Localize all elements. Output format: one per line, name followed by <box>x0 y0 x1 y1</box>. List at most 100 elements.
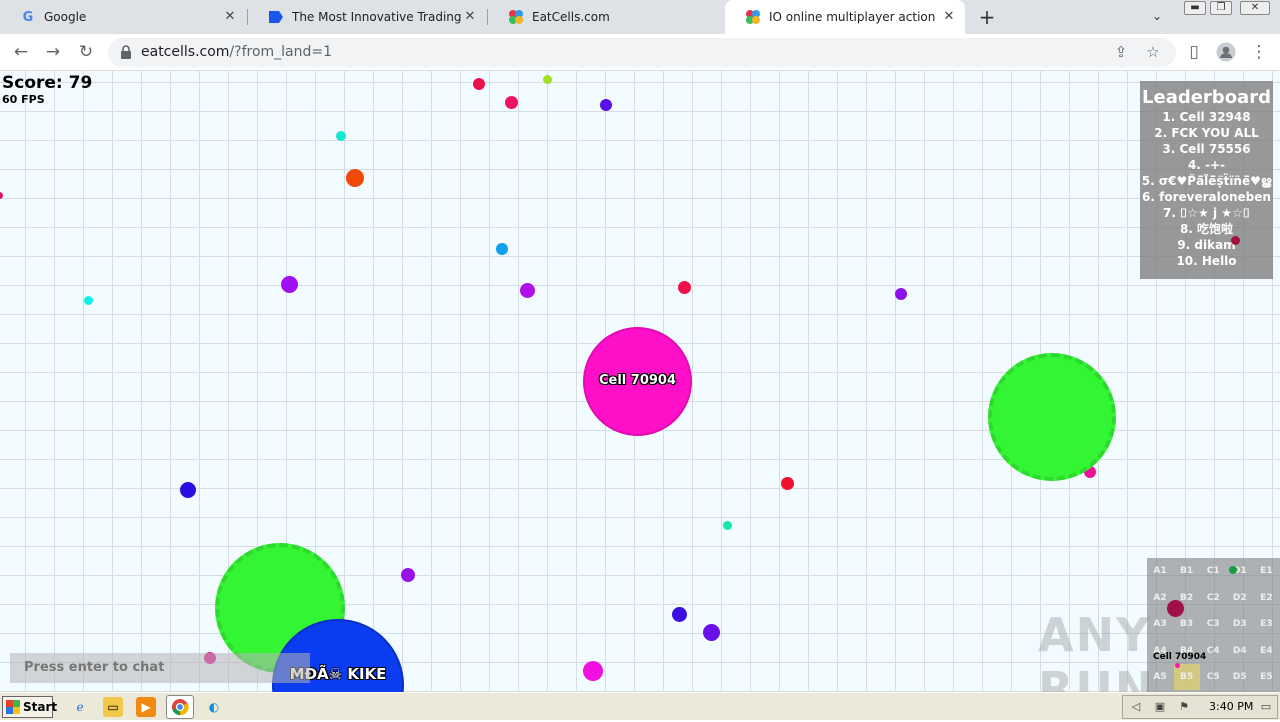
tab-title: EatCells.com <box>532 10 610 24</box>
action-center-flag-icon[interactable]: ⚑ <box>1177 700 1191 714</box>
food-pellet <box>336 131 346 141</box>
share-icon[interactable]: ⇪ <box>1112 43 1130 61</box>
food-pellet <box>678 281 691 294</box>
food-pellet <box>496 243 508 255</box>
eatcells-icon <box>508 9 524 25</box>
reload-icon[interactable]: ↻ <box>75 41 97 63</box>
media-player-icon[interactable]: ▶ <box>136 697 156 717</box>
food-pellet <box>180 482 196 498</box>
leaderboard-entry: 8. 吃饱啦 <box>1179 222 1234 236</box>
forward-icon[interactable]: → <box>42 41 64 63</box>
network-icon[interactable]: ▣ <box>1153 700 1167 714</box>
internet-explorer-icon[interactable]: ℯ <box>70 697 90 717</box>
start-label: Start <box>23 700 58 714</box>
player-cell-name: Cell 70904 <box>598 373 677 388</box>
system-tray: ◁ ▣ ⚑ 3:40 PM ▭ <box>1122 695 1278 719</box>
minimap-sector: A1 <box>1153 566 1167 576</box>
food-pellet <box>672 607 687 622</box>
food-pellet <box>895 288 907 300</box>
window-close-icon[interactable]: ✕ <box>1240 1 1270 15</box>
food-pellet <box>600 99 612 111</box>
leaderboard-entry: 3. Cell 75556 <box>1162 142 1251 156</box>
edge-icon[interactable]: ◐ <box>204 697 224 717</box>
minimap-sector: D2 <box>1232 592 1247 603</box>
food-pellet <box>781 477 794 490</box>
side-panel-icon[interactable]: ▯ <box>1183 41 1205 63</box>
minimap-sector: D5 <box>1232 672 1247 683</box>
close-icon[interactable]: ✕ <box>462 9 478 25</box>
tab-trading-platform[interactable]: The Most Innovative Trading Platform ✕ <box>248 0 486 34</box>
browser-toolbar: ← → ↻ eatcells.com/?from_land=1 ⇪ ☆ ▯ ⋮ <box>0 34 1280 71</box>
profile-avatar-icon[interactable] <box>1215 41 1237 63</box>
food-pellet <box>0 192 3 199</box>
volume-icon[interactable]: ◁ <box>1129 700 1143 714</box>
minimap-sector: D3 <box>1232 619 1247 630</box>
minimap-sector: E5 <box>1260 672 1273 683</box>
food-pellet <box>520 283 535 298</box>
food-pellet <box>473 78 485 90</box>
other-cell <box>988 353 1116 481</box>
food-pellet <box>84 296 93 305</box>
url-domain: eatcells.com <box>141 44 230 60</box>
menu-kebab-icon[interactable]: ⋮ <box>1248 41 1270 63</box>
leaderboard-title: Leaderboard <box>1142 87 1271 108</box>
minimap-sector: A5 <box>1153 672 1167 683</box>
leaderboard-entry: 4. -+- <box>1187 158 1226 172</box>
food-pellet <box>703 624 720 641</box>
minimap-sector: B1 <box>1180 566 1194 576</box>
address-bar[interactable]: eatcells.com/?from_land=1 ⇪ ☆ <box>108 38 1176 67</box>
show-desktop-icon[interactable]: ▭ <box>1259 700 1273 714</box>
leaderboard: Leaderboard 1. Cell 32948 2. FCK YOU ALL… <box>1140 81 1273 279</box>
restore-icon[interactable]: ❐ <box>1210 1 1232 15</box>
food-pellet <box>401 568 415 582</box>
food-pellet <box>583 661 603 681</box>
minimap-sector: E4 <box>1260 645 1273 656</box>
close-icon[interactable]: ✕ <box>222 9 238 25</box>
tab-title: Google <box>44 10 87 24</box>
chat-input[interactable]: Press enter to chat <box>10 653 310 683</box>
tab-google[interactable]: G Google ✕ <box>0 0 246 34</box>
minimize-icon[interactable]: ▬ <box>1184 1 1206 15</box>
minimap: A1 B1 C1 D1 E1 A2 B2 C2 D2 E2 A3 B3 C3 D3 E3 A4 B4 C4 D4 E4… <box>1147 558 1280 692</box>
leaderboard-entry: 7. ⌷☆★ j ★☆⌷ <box>1163 206 1250 220</box>
minimap-sector: C2 <box>1206 592 1220 603</box>
minimap-sector: E3 <box>1260 619 1273 630</box>
clock: 3:40 PM <box>1209 700 1254 713</box>
eatcells-icon <box>745 9 761 25</box>
windows-logo-icon <box>6 700 20 714</box>
chat-hint: Press enter to chat <box>24 660 165 675</box>
minimap-marker <box>1229 566 1237 574</box>
chrome-icon[interactable] <box>166 695 194 719</box>
food-pellet <box>346 169 364 187</box>
minimap-marker <box>1167 600 1184 617</box>
start-button[interactable]: Start <box>2 696 57 718</box>
close-icon[interactable]: ✕ <box>941 9 957 25</box>
back-icon[interactable]: ← <box>10 41 32 63</box>
leaderboard-entry: 9. dikam <box>1177 238 1236 252</box>
food-pellet <box>723 521 732 530</box>
minimap-marker <box>1175 663 1180 668</box>
minimap-sector: B5 <box>1173 664 1200 691</box>
tab-io-game[interactable]: IO online multiplayer action game. Su ✕ <box>725 0 965 34</box>
game-canvas[interactable]: Cell 70904 MĐÃ☠ KIKE Score: 79 60 FPS Le… <box>0 71 1280 692</box>
tab-eatcells[interactable]: EatCells.com <box>488 0 724 34</box>
google-g-icon: G <box>22 9 34 25</box>
food-pellet <box>543 75 552 84</box>
new-tab-button[interactable]: + <box>977 7 997 27</box>
minimap-sector: C3 <box>1206 619 1220 630</box>
url-text: eatcells.com/?from_land=1 <box>141 44 332 60</box>
url-path: /?from_land=1 <box>229 44 333 60</box>
food-pellet <box>1231 236 1240 245</box>
tab-title: IO online multiplayer action game. Su <box>769 10 939 24</box>
minimap-sector: C1 <box>1206 566 1220 576</box>
score-display: Score: 79 <box>2 73 93 93</box>
minimap-sector: A3 <box>1153 619 1167 630</box>
lock-icon <box>121 45 131 59</box>
food-pellet <box>505 96 518 109</box>
leaderboard-entry: 10. Hello <box>1176 254 1237 268</box>
leaderboard-entry: 1. Cell 32948 <box>1162 110 1251 124</box>
tab-search-button[interactable]: ⌄ <box>1152 9 1162 23</box>
leaderboard-entry: 2. FCK YOU ALL <box>1154 126 1259 140</box>
file-explorer-icon[interactable]: ▭ <box>103 697 123 717</box>
bookmark-star-icon[interactable]: ☆ <box>1144 43 1162 61</box>
